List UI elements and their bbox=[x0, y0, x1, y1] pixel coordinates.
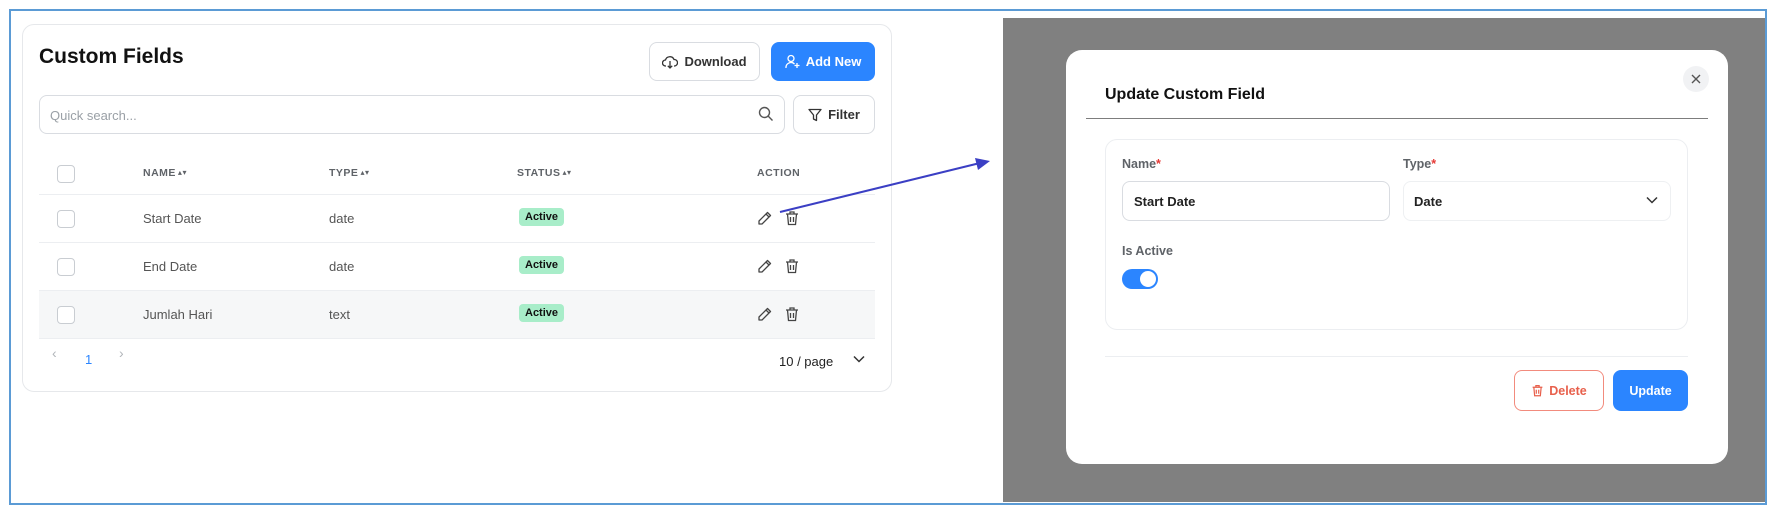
table-row: Start Date date Active bbox=[39, 195, 875, 243]
delete-label: Delete bbox=[1549, 383, 1587, 398]
delete-button[interactable]: Delete bbox=[1514, 370, 1604, 411]
table-header: NAME ▴▾ TYPE ▴▾ STATUS ▴▾ ACTION bbox=[39, 153, 875, 195]
toggle-knob bbox=[1140, 271, 1156, 287]
page-size-select[interactable]: 10 / page bbox=[767, 343, 875, 379]
sort-icon: ▴▾ bbox=[360, 168, 370, 177]
page-size-value: 10 / page bbox=[779, 353, 834, 369]
custom-fields-card: Custom Fields Download Add New Filter bbox=[22, 24, 892, 392]
table-row: Jumlah Hari text Active bbox=[39, 291, 875, 339]
quick-search-box bbox=[39, 95, 785, 134]
column-type-label: TYPE bbox=[329, 167, 359, 179]
column-header-action: ACTION bbox=[757, 167, 801, 179]
filter-button[interactable]: Filter bbox=[793, 95, 875, 134]
is-active-label: Is Active bbox=[1122, 244, 1173, 258]
name-field-label: Name* bbox=[1122, 157, 1161, 171]
download-button[interactable]: Download bbox=[649, 42, 760, 81]
chevron-down-icon bbox=[1646, 196, 1658, 204]
pagination-next-button[interactable]: › bbox=[119, 345, 124, 361]
close-button[interactable] bbox=[1683, 66, 1709, 92]
row-checkbox[interactable] bbox=[57, 258, 75, 276]
search-input[interactable] bbox=[50, 105, 730, 125]
dialog-title: Update Custom Field bbox=[1105, 86, 1266, 103]
required-mark: * bbox=[1431, 157, 1437, 171]
trash-icon[interactable] bbox=[784, 258, 800, 274]
name-label-text: Name bbox=[1122, 157, 1157, 171]
row-name: Jumlah Hari bbox=[143, 307, 213, 322]
chevron-down-icon bbox=[853, 355, 865, 363]
required-mark: * bbox=[1156, 157, 1161, 171]
row-type: date bbox=[329, 211, 355, 226]
add-new-button[interactable]: Add New bbox=[771, 42, 875, 81]
column-header-name[interactable]: NAME ▴▾ bbox=[143, 167, 187, 179]
pagination-page-1[interactable]: 1 bbox=[85, 352, 92, 367]
sort-icon: ▴▾ bbox=[177, 168, 187, 177]
type-select[interactable]: Date bbox=[1403, 181, 1671, 221]
select-all-checkbox[interactable] bbox=[57, 165, 75, 183]
row-name: Start Date bbox=[143, 211, 202, 226]
trash-icon bbox=[1532, 385, 1543, 397]
row-type: text bbox=[329, 307, 350, 322]
page-title: Custom Fields bbox=[39, 45, 184, 68]
name-field[interactable]: Start Date bbox=[1122, 181, 1390, 221]
type-label-text: Type bbox=[1403, 157, 1432, 171]
edit-icon[interactable] bbox=[757, 258, 773, 274]
edit-icon[interactable] bbox=[757, 306, 773, 322]
close-icon bbox=[1691, 74, 1701, 84]
add-new-label: Add New bbox=[805, 54, 862, 69]
update-button[interactable]: Update bbox=[1613, 370, 1688, 411]
search-icon[interactable] bbox=[758, 106, 774, 122]
add-user-icon bbox=[785, 54, 800, 69]
row-type: date bbox=[329, 259, 355, 274]
status-badge: Active bbox=[519, 256, 565, 274]
cloud-download-icon bbox=[662, 55, 679, 69]
is-active-toggle[interactable] bbox=[1122, 269, 1158, 289]
column-status-label: STATUS bbox=[517, 167, 561, 179]
row-checkbox[interactable] bbox=[57, 210, 75, 228]
sort-icon: ▴▾ bbox=[562, 168, 572, 177]
update-label: Update bbox=[1629, 383, 1672, 398]
custom-field-form: Name* Start Date Type* Date Is Active bbox=[1105, 139, 1688, 330]
row-name: End Date bbox=[143, 259, 198, 274]
type-select-value: Date bbox=[1414, 193, 1443, 209]
footer-divider bbox=[1105, 356, 1688, 357]
download-label: Download bbox=[684, 54, 747, 69]
filter-icon bbox=[808, 108, 822, 121]
trash-icon[interactable] bbox=[784, 210, 800, 226]
row-checkbox[interactable] bbox=[57, 306, 75, 324]
pagination-prev-button[interactable]: ‹ bbox=[52, 345, 57, 361]
filter-label: Filter bbox=[828, 107, 860, 122]
update-custom-field-dialog: Update Custom Field Name* Start Date Typ… bbox=[1066, 50, 1728, 464]
name-field-value: Start Date bbox=[1134, 193, 1196, 209]
column-header-status[interactable]: STATUS ▴▾ bbox=[517, 167, 571, 179]
column-name-label: NAME bbox=[143, 167, 176, 179]
table-row: End Date date Active bbox=[39, 243, 875, 291]
divider bbox=[1086, 118, 1708, 119]
status-badge: Active bbox=[519, 208, 565, 226]
status-badge: Active bbox=[519, 304, 565, 322]
edit-icon[interactable] bbox=[757, 210, 773, 226]
type-field-label: Type* bbox=[1403, 157, 1436, 171]
trash-icon[interactable] bbox=[784, 306, 800, 322]
column-header-type[interactable]: TYPE ▴▾ bbox=[329, 167, 369, 179]
